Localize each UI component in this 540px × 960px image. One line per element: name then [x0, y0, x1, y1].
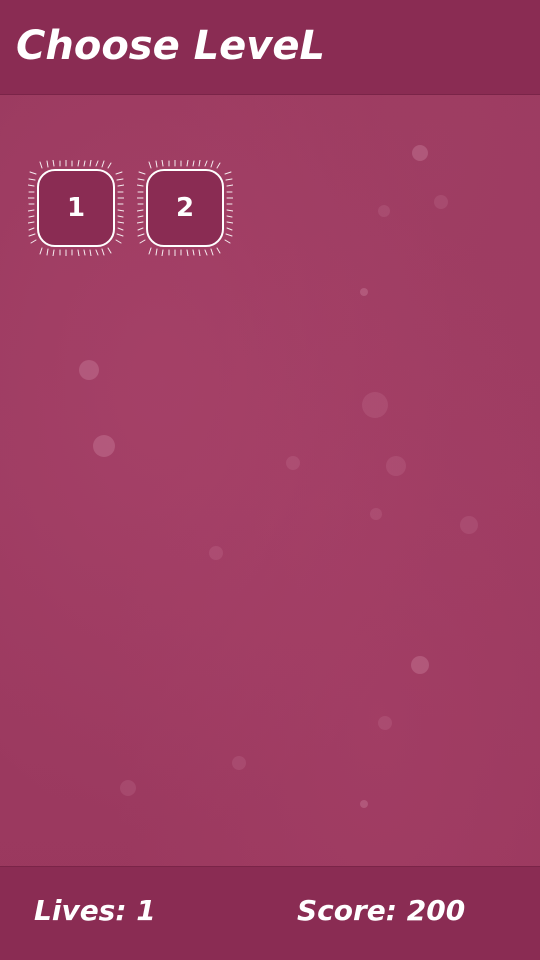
page-title: Choose LeveL: [16, 23, 325, 69]
bokeh-particle: [362, 392, 388, 418]
lives-counter: Lives: 1: [34, 894, 156, 927]
score-counter: Score: 200: [297, 894, 466, 927]
bokeh-particle: [412, 145, 428, 161]
background: [0, 0, 540, 960]
level-2-button[interactable]: 2: [137, 160, 233, 256]
bokeh-particle: [286, 456, 300, 470]
header-bar: Choose LeveL: [0, 0, 540, 95]
bokeh-particle: [411, 656, 429, 674]
bokeh-particle: [79, 360, 99, 380]
bokeh-particle: [120, 780, 136, 796]
bokeh-particle: [232, 756, 246, 770]
bokeh-particle: [370, 508, 382, 520]
level-1-label: 1: [66, 193, 86, 223]
bokeh-particle: [378, 716, 392, 730]
level-1-button[interactable]: 1: [28, 160, 124, 256]
bokeh-particle: [378, 205, 390, 217]
level-2-tile: 2: [146, 169, 224, 247]
footer-bar: Lives: 1 Score: 200: [0, 866, 540, 960]
bokeh-particle: [360, 800, 368, 808]
bokeh-particle: [93, 435, 115, 457]
bokeh-particle: [386, 456, 406, 476]
bokeh-particle: [434, 195, 448, 209]
bokeh-particle: [460, 516, 478, 534]
level-1-tile: 1: [37, 169, 115, 247]
bokeh-particle: [209, 546, 223, 560]
bokeh-particle: [360, 288, 368, 296]
level-2-label: 2: [175, 193, 195, 223]
